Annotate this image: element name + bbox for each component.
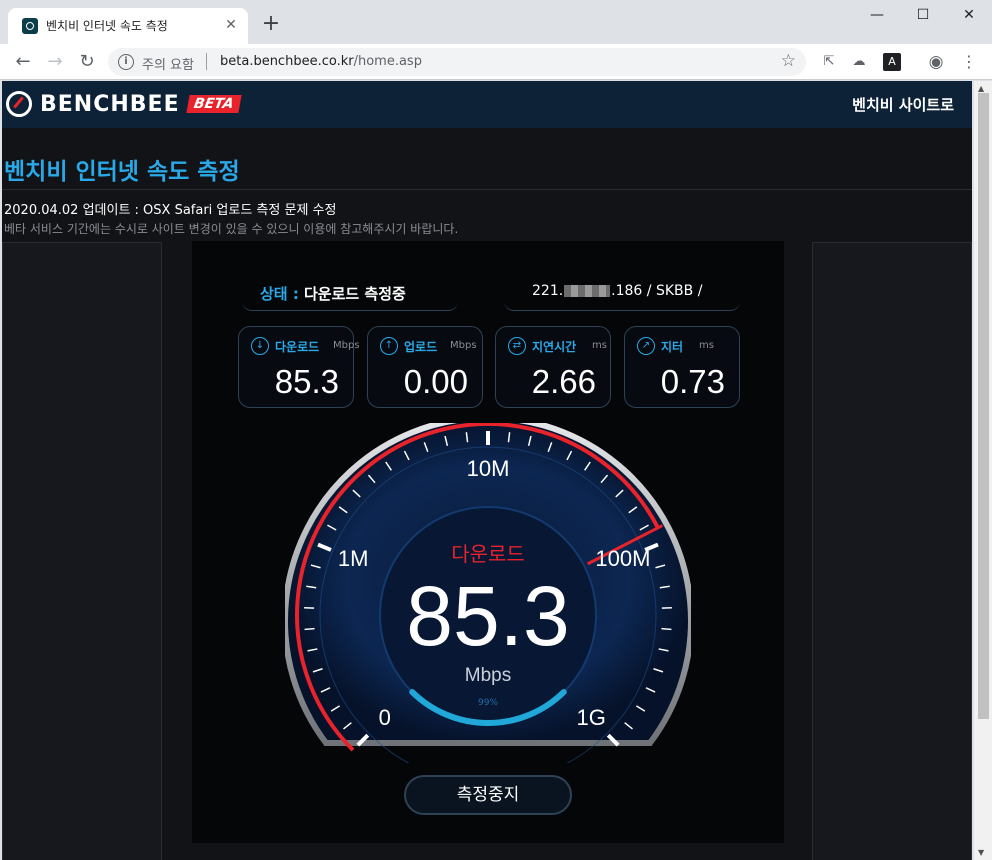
gauge-scale-label: 1G	[577, 705, 606, 730]
maximize-button[interactable]: ☐	[900, 0, 946, 30]
scroll-up-icon[interactable]: ▲	[978, 84, 984, 93]
gauge-progress-text: 99%	[478, 698, 498, 708]
cloud-extension-icon[interactable]: ☁	[850, 53, 868, 71]
minimize-button[interactable]: —	[854, 0, 900, 30]
download-icon: ↓	[251, 337, 269, 355]
latency-stat-card: ⇄ 지연시간 ms 2.66	[495, 326, 611, 408]
gauge-minor-tick	[661, 627, 672, 631]
benchbee-logo[interactable]: BENCHBEE BETA	[6, 91, 241, 117]
download-stat-card: ↓ 다운로드 Mbps 85.3	[238, 326, 360, 408]
jitter-icon: ↗	[637, 337, 655, 355]
reload-icon[interactable]: ↻	[74, 49, 100, 75]
status-value: 다운로드 측정중	[304, 285, 406, 303]
info-icon[interactable]: i	[118, 54, 134, 70]
jitter-stat-card: ↗ 지터 ms 0.73	[624, 326, 740, 408]
browser-toolbar: ← → ↻ i 주의 요함 beta.benchbee.co.kr/home.a…	[0, 44, 992, 80]
upload-icon: ↑	[380, 337, 398, 355]
address-bar[interactable]: i 주의 요함 beta.benchbee.co.kr/home.asp ☆	[108, 48, 806, 76]
browser-tab[interactable]: 벤치비 인터넷 속도 측정 ✕	[8, 8, 248, 44]
stat-unit: ms	[699, 340, 714, 351]
beta-badge: BETA	[186, 95, 241, 113]
beta-notice: 베타 서비스 기간에는 수시로 사이트 변경이 있을 수 있으니 이용에 참고해…	[4, 222, 459, 236]
ip-suffix: .186 / SKBB /	[611, 283, 703, 299]
page-title: 벤치비 인터넷 속도 측정	[4, 159, 240, 185]
menu-icon[interactable]: ⋮	[960, 53, 978, 71]
close-window-button[interactable]: ✕	[946, 0, 992, 30]
security-label[interactable]: 주의 요함	[142, 54, 194, 73]
stat-name: 업로드	[404, 340, 438, 354]
right-side-panel	[812, 242, 972, 860]
latency-icon: ⇄	[508, 337, 526, 355]
gauge-speed-value: 85.3	[406, 569, 570, 663]
speed-gauge: 0 1M 10M 100M 1G 다운로드 85.3 Mbps 99%	[285, 423, 691, 763]
stop-measure-button[interactable]: 측정중지	[404, 775, 572, 815]
back-arrow-icon[interactable]: ←	[10, 49, 36, 75]
url-path: /home.asp	[353, 54, 422, 69]
scroll-down-icon[interactable]: ▼	[978, 848, 984, 857]
gauge-scale-label: 10M	[467, 456, 510, 481]
gauge-unit: Mbps	[465, 665, 511, 686]
left-side-panel	[2, 242, 162, 860]
update-notice: 2020.04.02 업데이트 : OSX Safari 업로드 측정 문제 수…	[4, 203, 337, 218]
ip-box: 221. .186 / SKBB /	[504, 271, 740, 311]
stat-value: 2.66	[531, 363, 596, 400]
benchbee-favicon	[22, 18, 38, 34]
stat-unit: ms	[592, 340, 607, 351]
url-host: beta.benchbee.co.kr	[220, 54, 354, 69]
cursor-extension-icon[interactable]: ⇱	[820, 53, 838, 71]
status-box: 상태 : 다운로드 측정중	[242, 271, 458, 311]
stat-name: 다운로드	[275, 340, 320, 354]
title-divider	[2, 189, 972, 190]
ip-prefix: 221.	[532, 283, 564, 299]
stat-value: 85.3	[274, 363, 339, 400]
speed-test-panel: 상태 : 다운로드 측정중 221. .186 / SKBB / ↓ 다운로드 M…	[192, 241, 784, 843]
site-header: BENCHBEE BETA 벤치비 사이트로	[2, 81, 972, 128]
stat-name: 지터	[661, 340, 684, 354]
a-extension-icon[interactable]: A	[883, 53, 901, 71]
browser-window: 벤치비 인터넷 속도 측정 ✕ + — ☐ ✕ ← → ↻ i 주의 요함 be…	[0, 0, 992, 860]
ip-mask	[564, 285, 611, 297]
forward-arrow-icon[interactable]: →	[42, 49, 68, 75]
logo-text: BENCHBEE	[40, 91, 180, 117]
stat-unit: Mbps	[450, 340, 477, 351]
benchbee-site-link[interactable]: 벤치비 사이트로	[852, 94, 954, 115]
stat-value: 0.73	[660, 363, 725, 400]
scrollbar-thumb[interactable]	[978, 93, 989, 719]
tab-close-icon[interactable]: ✕	[222, 16, 240, 34]
stat-unit: Mbps	[333, 340, 360, 351]
status-label: 상태 :	[260, 285, 299, 303]
gauge-minor-tick	[304, 627, 315, 631]
gauge-mode-label: 다운로드	[451, 542, 525, 566]
bookmark-star-icon[interactable]: ☆	[781, 51, 796, 71]
speedometer-logo-icon	[6, 91, 32, 117]
tab-strip: 벤치비 인터넷 속도 측정 ✕ + — ☐ ✕	[0, 0, 992, 44]
upload-stat-card: ↑ 업로드 Mbps 0.00	[367, 326, 483, 408]
divider	[206, 53, 207, 70]
tab-title: 벤치비 인터넷 속도 측정	[46, 19, 168, 33]
stat-name: 지연시간	[532, 340, 577, 354]
url-text[interactable]: beta.benchbee.co.kr/home.asp	[220, 54, 422, 69]
gauge-scale-label: 0	[379, 705, 391, 730]
ip-info: 221. .186 / SKBB /	[532, 283, 702, 299]
vertical-scrollbar[interactable]: ▲ ▼	[974, 81, 992, 860]
page-content: BENCHBEE BETA 벤치비 사이트로 벤치비 인터넷 속도 측정 202…	[2, 81, 972, 860]
gauge-scale-label: 100M	[595, 546, 650, 571]
stat-value: 0.00	[403, 363, 468, 400]
new-tab-button[interactable]: +	[258, 12, 284, 38]
profile-icon[interactable]: ◉	[927, 53, 945, 71]
gauge-scale-label: 1M	[338, 546, 369, 571]
